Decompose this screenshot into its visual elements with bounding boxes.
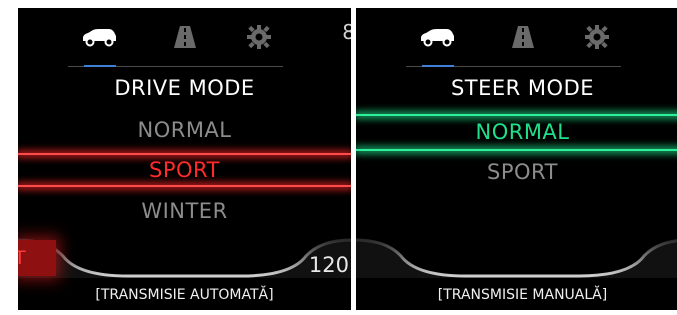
mode-tabs (356, 22, 677, 67)
gauge-bottom-arc (18, 238, 351, 278)
option-sport[interactable]: SPORT (356, 160, 677, 184)
option-sport-selected[interactable]: SPORT (18, 158, 351, 182)
active-tab-indicator (84, 65, 116, 67)
transmission-caption: [TRANSMISIE AUTOMATĂ] (95, 287, 274, 303)
gear-indicator-badge: T (18, 240, 56, 276)
active-tab-indicator (422, 65, 454, 67)
road-lane-icon[interactable] (501, 22, 545, 52)
drive-mode-title: DRIVE MODE (114, 76, 255, 100)
option-normal-selected[interactable]: NORMAL (356, 120, 677, 144)
speed-readout: 120 (308, 253, 349, 277)
gear-icon[interactable] (575, 22, 619, 52)
option-normal[interactable]: NORMAL (18, 118, 351, 142)
car-icon[interactable] (415, 22, 459, 52)
steer-mode-title: STEER MODE (450, 76, 595, 100)
drive-mode-panel: 8 DRIVE MODE NORMAL SPORT WINTER T 120 [… (18, 8, 351, 310)
mode-tabs (18, 22, 351, 67)
car-icon[interactable] (77, 22, 121, 52)
steer-mode-panel: STEER MODE NORMAL SPORT 12 [TRANSMISIE M… (356, 8, 677, 310)
transmission-caption: [TRANSMISIE MANUALĂ] (437, 287, 608, 303)
gear-icon[interactable] (237, 22, 281, 52)
road-lane-icon[interactable] (163, 22, 207, 52)
gauge-bottom-arc (356, 238, 677, 278)
edge-number: 8 (342, 20, 351, 44)
